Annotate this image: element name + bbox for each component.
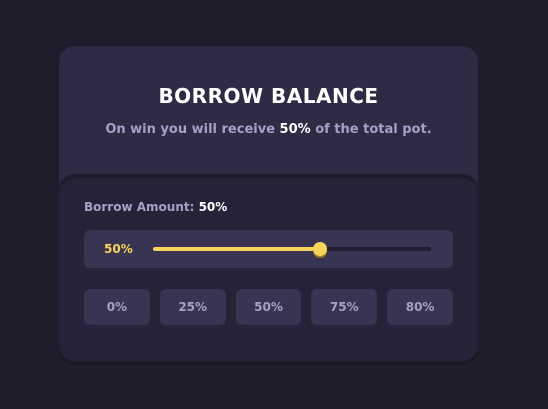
borrow-amount-value: 50% bbox=[198, 200, 228, 214]
borrow-balance-card: BORROW BALANCE On win you will receive 5… bbox=[59, 46, 478, 361]
preset-button-80[interactable]: 80% bbox=[387, 289, 453, 325]
preset-buttons: 0% 25% 50% 75% 80% bbox=[84, 289, 453, 325]
preset-button-0[interactable]: 0% bbox=[84, 289, 150, 325]
slider-percent-readout: 50% bbox=[104, 242, 133, 256]
preset-button-50[interactable]: 50% bbox=[235, 289, 302, 325]
preset-button-75[interactable]: 75% bbox=[311, 289, 378, 325]
card-header bbox=[59, 46, 478, 178]
borrow-amount-label: Borrow Amount: 50% bbox=[84, 200, 227, 214]
borrow-slider-container: 50% bbox=[84, 230, 453, 268]
dialog-subtitle: On win you will receive 50% of the total… bbox=[59, 122, 478, 137]
borrow-slider-thumb[interactable] bbox=[312, 242, 327, 256]
subtitle-percent: 50% bbox=[279, 122, 311, 137]
borrow-amount-text: Borrow Amount: bbox=[84, 200, 199, 214]
borrow-slider-track[interactable] bbox=[153, 242, 431, 256]
borrow-slider-fill bbox=[153, 247, 320, 251]
dialog-title: BORROW BALANCE bbox=[158, 84, 379, 108]
borrow-panel: Borrow Amount: 50% 50% 0% 25% 50% 75% 80% bbox=[59, 174, 478, 361]
preset-button-25[interactable]: 25% bbox=[159, 289, 226, 325]
subtitle-suffix: of the total pot. bbox=[310, 122, 432, 137]
subtitle-prefix: On win you will receive bbox=[105, 122, 280, 137]
